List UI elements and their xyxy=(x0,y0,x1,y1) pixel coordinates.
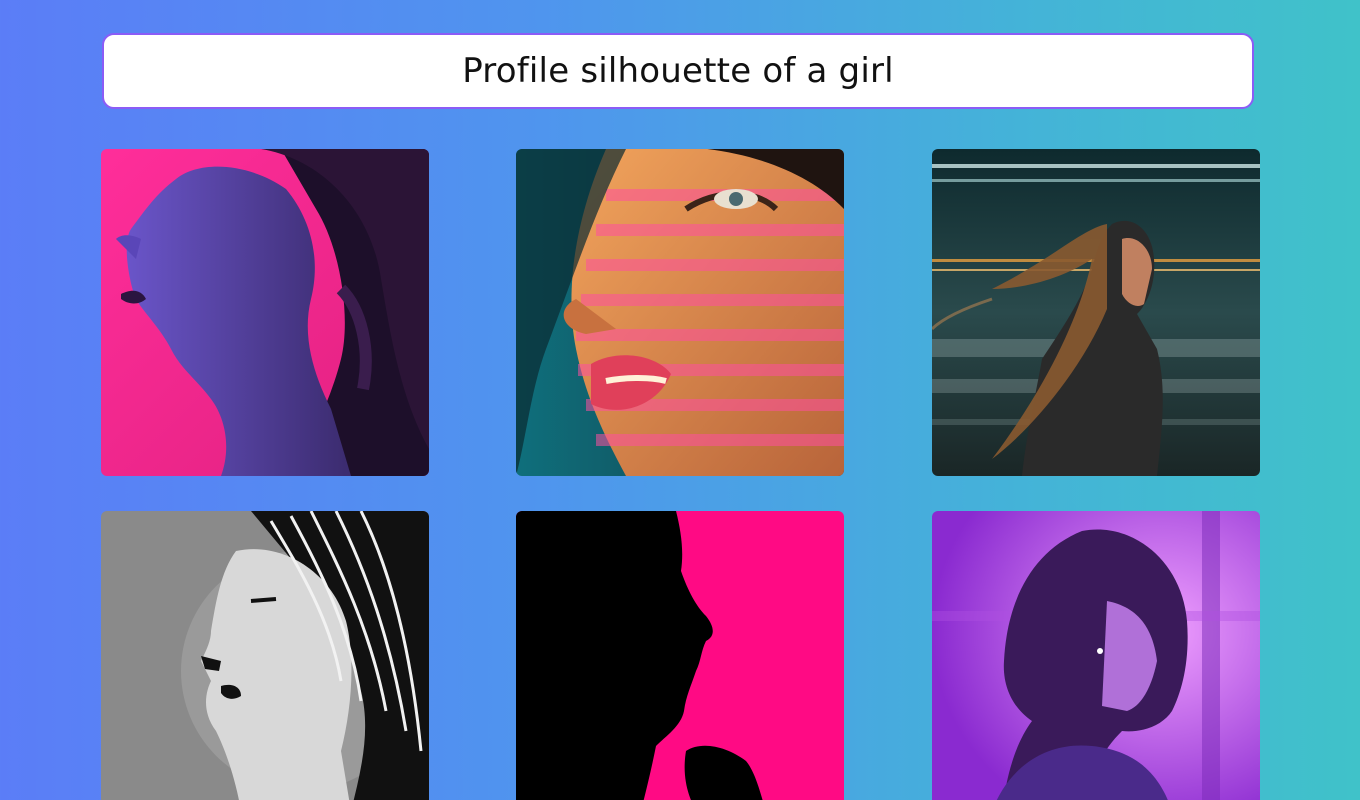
purple-glow-portrait-image xyxy=(932,511,1260,800)
image-tile-neon-profile[interactable] xyxy=(101,149,429,476)
image-tile-monochrome[interactable] xyxy=(101,511,429,800)
neon-profile-portrait-image xyxy=(101,149,429,476)
prompt-input[interactable]: Profile silhouette of a girl xyxy=(102,33,1254,109)
prompt-text: Profile silhouette of a girl xyxy=(462,51,894,91)
black-silhouette-on-pink-image xyxy=(516,511,844,800)
image-tile-motion-blur[interactable] xyxy=(932,149,1260,476)
closeup-striped-light-portrait-image xyxy=(516,149,844,476)
image-tile-silhouette[interactable] xyxy=(516,511,844,800)
image-tile-closeup-striped[interactable] xyxy=(516,149,844,476)
monochrome-illustration-portrait-image xyxy=(101,511,429,800)
motion-blur-city-portrait-image xyxy=(932,149,1260,476)
image-tile-purple-glow[interactable] xyxy=(932,511,1260,800)
